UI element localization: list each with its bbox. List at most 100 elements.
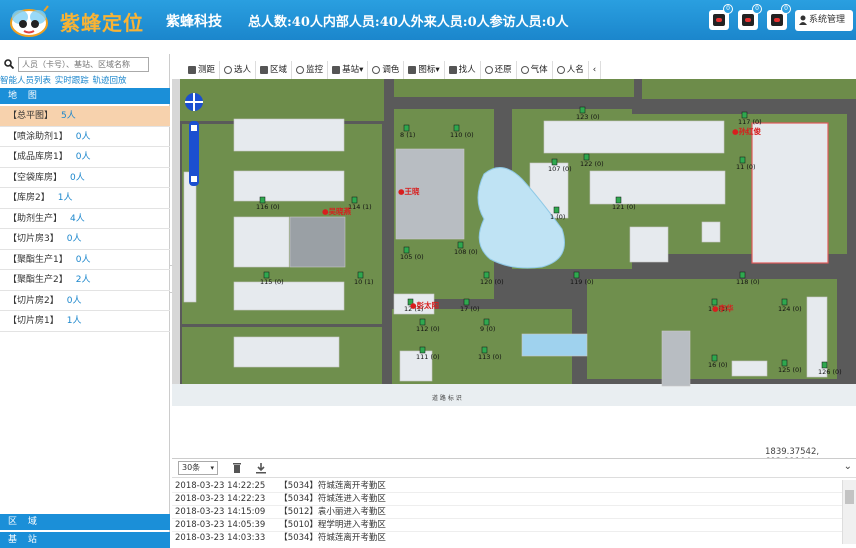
station-label: 112 (0) [416, 325, 440, 333]
list-item[interactable]: 【助剂生产】 4人 [0, 209, 170, 229]
station-label: 11 (0) [736, 163, 756, 171]
area-label: 【聚酯生产1】 [8, 254, 68, 265]
area-label: 【库房2】 [8, 193, 50, 203]
toolbar-label: 还原 [494, 65, 512, 75]
toolbar-label: 选人 [234, 65, 252, 75]
bee-logo-icon [10, 5, 49, 37]
list-item[interactable]: 【空袋库房】 0人 [0, 168, 170, 188]
person-marker[interactable]: ●孙红俊 [732, 126, 762, 136]
log-text: 【5034】符城莲离开考勤区 [279, 533, 386, 543]
alarm-icon[interactable]: 0 [709, 4, 733, 30]
station-section-header[interactable]: 基 站 [0, 532, 170, 548]
log-time: 2018-03-23 14:22:25 [175, 481, 266, 491]
area-label: 【切片房2】 [8, 295, 59, 306]
page-size-select[interactable]: 30条 [178, 461, 218, 475]
image-icon [408, 66, 417, 74]
monitor-button[interactable]: 监控 [292, 61, 329, 79]
station-label: 107 (0) [548, 165, 572, 173]
person-marker[interactable]: ●王晓 [398, 186, 420, 196]
area-count: 2人 [75, 275, 91, 285]
area-count: 0人 [66, 295, 82, 306]
list-item[interactable]: 【总平图】 5人 [0, 106, 170, 127]
area-button[interactable]: 区域 [256, 61, 293, 79]
gas-button[interactable]: 气体 [516, 61, 553, 79]
area-count: 0人 [75, 254, 91, 265]
select-person-button[interactable]: 选人 [220, 61, 257, 79]
people-stats: 总人数:40人内部人员:40人外来人员:0人参访人员:0人 [248, 15, 569, 30]
palette-button[interactable]: 调色 [368, 61, 405, 79]
toolbar-collapse-button[interactable]: ‹ [588, 61, 602, 79]
event-log: 2018-03-23 14:22:25 【5034】符城莲离开考勤区 2018-0… [172, 480, 842, 544]
toolbar-label: 基站▾ [342, 65, 364, 75]
station-label: 120 (0) [480, 278, 504, 286]
station-label: 108 (0) [454, 248, 478, 256]
area-count: 1人 [57, 193, 73, 203]
toolbar-label: 找人 [458, 65, 476, 75]
reset-icon [484, 66, 493, 74]
find-person-button[interactable]: 找人 [444, 61, 481, 79]
list-item[interactable]: 【切片房1】 1人 [0, 311, 170, 332]
search-icon[interactable] [4, 59, 14, 69]
area-label: 【喷涂助剂1】 [8, 131, 68, 142]
station-label: 119 (0) [570, 278, 594, 286]
list-item[interactable]: 【聚酯生产1】 0人 [0, 250, 170, 270]
map-canvas[interactable]: 8 (1) 110 (0) 123 (0) 117 (0) 107 (0) 122 (0)… [172, 79, 856, 406]
log-time: 2018-03-23 14:05:39 [175, 520, 266, 530]
ruler-icon [188, 66, 196, 74]
station-label: 121 (0) [612, 203, 636, 211]
table-row: 2018-03-23 14:22:23 【5034】符城莲进入考勤区 [172, 493, 842, 506]
download-icon[interactable] [254, 461, 268, 475]
area-label: 【聚酯生产2】 [8, 275, 68, 285]
station-label: 125 (0) [778, 366, 802, 374]
area-count: 5人 [61, 111, 76, 121]
area-count: 1人 [66, 316, 82, 326]
site-map: 8 (1) 110 (0) 123 (0) 117 (0) 107 (0) 122 (0)… [172, 79, 856, 406]
list-item[interactable]: 【切片房2】 0人 [0, 291, 170, 311]
log-toolbar: 30条 ⌄ [172, 458, 856, 478]
left-panel: 智能人员列表 实时跟踪 轨迹回放 地 图 【总平图】 5人 【喷涂助剂1】 0人 【… [0, 54, 170, 548]
person-marker[interactable]: ●李华 [712, 303, 734, 313]
system-management-button[interactable]: 系统管理 [795, 10, 853, 31]
person-icon [224, 66, 233, 74]
station-label: 1 (0) [550, 213, 565, 221]
alarm-badge: 0 [752, 4, 762, 14]
list-item[interactable]: 【喷涂助剂1】 0人 [0, 127, 170, 147]
reset-button[interactable]: 还原 [480, 61, 517, 79]
link-people-list[interactable]: 智能人员列表 [0, 76, 51, 86]
measure-button[interactable]: 测距 [184, 61, 221, 79]
station-dropdown[interactable]: 基站▾ [328, 61, 369, 79]
list-item[interactable]: 【切片房3】 0人 [0, 229, 170, 250]
table-row: 2018-03-23 14:05:39 【5010】程学明进入考勤区 [172, 519, 842, 532]
list-item[interactable]: 【成品库房1】 0人 [0, 147, 170, 168]
delete-icon[interactable] [230, 461, 244, 475]
chevron-down-icon[interactable]: ⌄ [844, 461, 852, 472]
area-icon [260, 66, 269, 74]
chevron-left-icon: ‹ [592, 65, 597, 75]
search-input[interactable] [18, 57, 149, 72]
list-item[interactable]: 【聚酯生产2】 2人 [0, 270, 170, 291]
map-toolbar: 测距 选人 区域 监控 基站▾ 调色 图标▾ 找人 还原 气体 人名 ‹ [184, 61, 602, 79]
person-marker[interactable]: ●彭太阳 [410, 300, 439, 310]
station-icon [332, 66, 341, 74]
station-label: 126 (0) [818, 368, 842, 376]
scrollbar-thumb[interactable] [845, 490, 854, 504]
name-toggle-button[interactable]: 人名 [552, 61, 589, 79]
station-label: 118 (0) [736, 278, 760, 286]
station-label: 117 (0) [738, 118, 762, 126]
list-item[interactable]: 【库房2】 1人 [0, 188, 170, 209]
map-section-header[interactable]: 地 图 [0, 88, 170, 104]
region-section-header[interactable]: 区 域 [0, 514, 170, 530]
log-scrollbar[interactable] [842, 480, 856, 544]
link-playback[interactable]: 轨迹回放 [92, 76, 126, 86]
alarm-icon[interactable]: 0 [738, 4, 762, 30]
icon-dropdown[interactable]: 图标▾ [404, 61, 445, 79]
eye-icon [296, 66, 305, 74]
alarm-icon[interactable]: 0 [767, 4, 791, 30]
palette-icon [372, 66, 381, 74]
link-realtime-track[interactable]: 实时跟踪 [55, 76, 89, 86]
station-label: 110 (0) [450, 131, 474, 139]
area-label: 【成品库房1】 [8, 152, 68, 162]
area-count: 0人 [75, 152, 91, 162]
log-text: 【5012】袁小丽进入考勤区 [279, 507, 386, 517]
person-marker[interactable]: ●吴晓燕 [322, 206, 352, 216]
